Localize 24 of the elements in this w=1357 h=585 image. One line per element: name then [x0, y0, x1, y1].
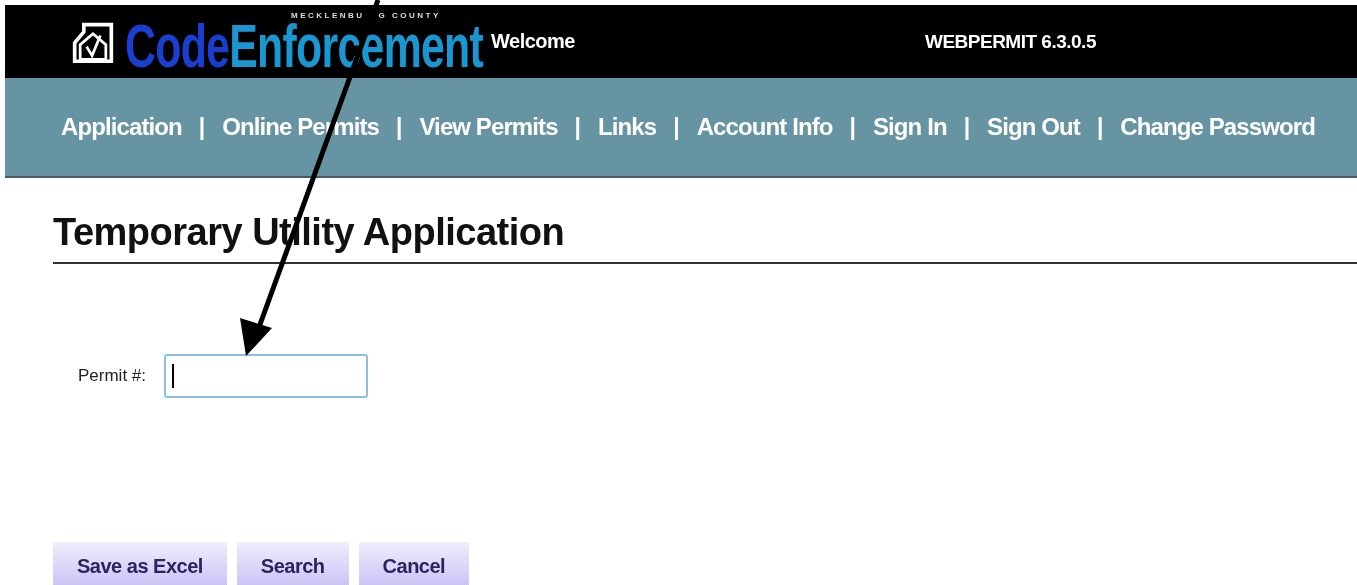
- nav-separator: |: [574, 113, 582, 141]
- logo-wordmark: CodeEnforcement: [125, 20, 484, 72]
- nav-separator: |: [963, 113, 971, 141]
- nav-link[interactable]: Sign Out: [987, 113, 1080, 141]
- form-button[interactable]: Cancel: [358, 542, 470, 585]
- nav-link[interactable]: Sign In: [872, 113, 947, 141]
- nav-link[interactable]: Links: [598, 113, 657, 141]
- nav-link[interactable]: Change Password: [1120, 113, 1315, 141]
- welcome-text: Welcome: [491, 30, 575, 53]
- nav-separator: |: [849, 113, 856, 141]
- nav-separator: |: [1096, 113, 1104, 141]
- nav-separator: |: [198, 113, 206, 141]
- version-text: WEBPERMIT 6.3.0.5: [924, 30, 1096, 53]
- form-button[interactable]: Save as Excel: [53, 542, 227, 585]
- form-button[interactable]: Search: [236, 542, 349, 585]
- nav-link[interactable]: View Permits: [419, 113, 558, 141]
- nav-separator: |: [396, 113, 403, 141]
- logo-county-text: MECKLENBU: [291, 11, 365, 20]
- field-label: Permit #:: [78, 366, 147, 386]
- permit-input-field[interactable]: [164, 354, 369, 398]
- nav-separator: |: [673, 113, 680, 141]
- logo-county-text: G COUNTY: [378, 11, 441, 20]
- nav-link[interactable]: Account Info: [696, 113, 833, 141]
- nav-link[interactable]: Application: [61, 113, 182, 141]
